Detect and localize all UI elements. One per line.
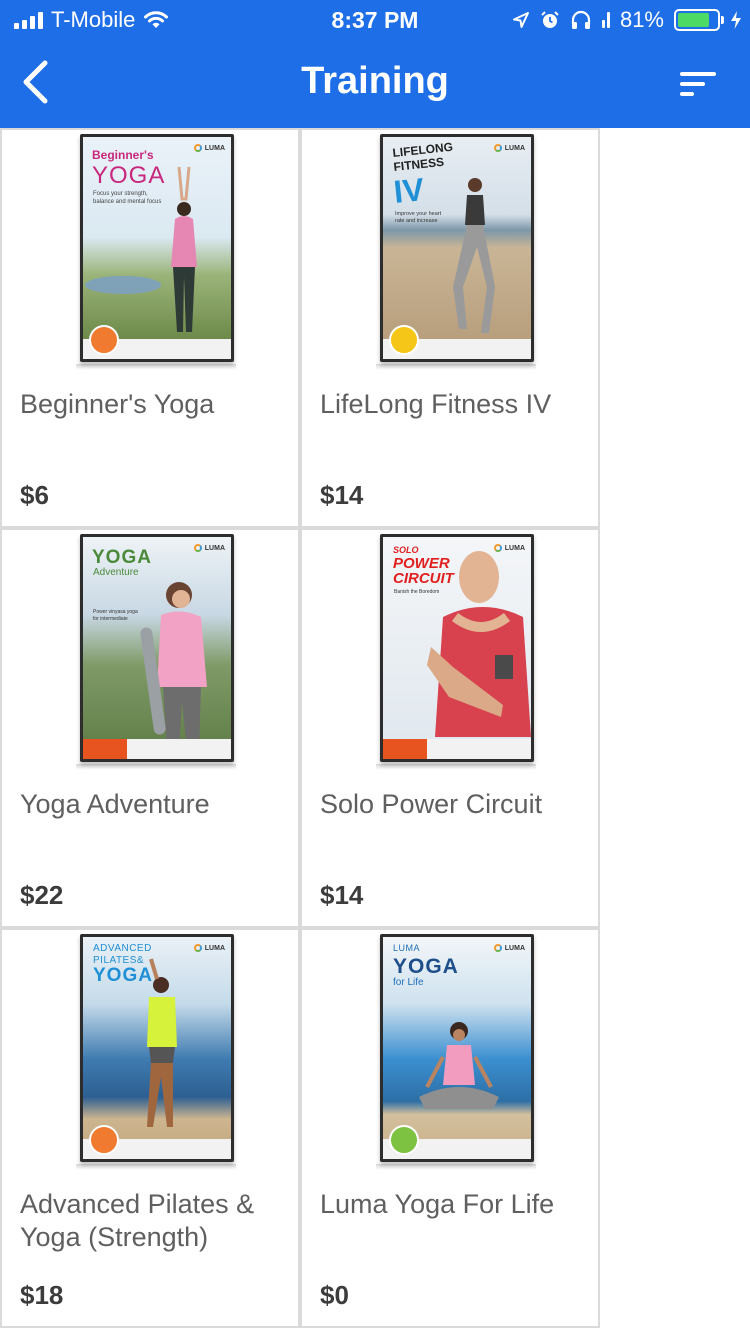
product-price: $14 — [320, 880, 364, 910]
svg-text:YOGA: YOGA — [92, 547, 152, 568]
svg-text:for Life: for Life — [393, 977, 424, 988]
product-image: LIFELONG FITNESS IV Improve your heart r… — [376, 134, 536, 370]
product-card-yoga-adventure[interactable]: YOGA Adventure Power vinyasa yoga for in… — [0, 528, 300, 928]
svg-text:SOLO: SOLO — [393, 545, 419, 555]
svg-text:CIRCUIT: CIRCUIT — [393, 570, 456, 587]
battery-level-fill — [678, 13, 709, 27]
svg-text:rate and increase: rate and increase — [395, 218, 438, 224]
product-price: $0 — [320, 1280, 349, 1310]
product-price: $18 — [20, 1280, 64, 1310]
status-left: T-Mobile — [14, 6, 169, 34]
product-price: $6 — [20, 480, 49, 510]
product-image: Beginner's YOGA Focus your strength, bal… — [76, 134, 236, 370]
back-button[interactable] — [10, 54, 60, 110]
svg-text:YOGA: YOGA — [393, 955, 459, 978]
sort-button[interactable] — [676, 64, 720, 104]
svg-text:LUMA: LUMA — [393, 943, 420, 953]
svg-text:Beginner's: Beginner's — [92, 148, 154, 162]
product-image: LUMA YOGA for Life LUMA — [376, 934, 536, 1170]
product-image: ADVANCED PILATES& YOGA LUMA — [76, 934, 236, 1170]
product-card-luma-yoga-for-life[interactable]: LUMA YOGA for Life LUMA Luma Yoga For Li… — [300, 928, 600, 1328]
status-right: 81% — [512, 6, 742, 34]
product-name: Advanced Pilates & Yoga (Strength) — [20, 1189, 255, 1252]
sort-lines-icon — [680, 72, 716, 96]
svg-text:Focus your strength,: Focus your strength, — [93, 191, 148, 197]
product-card-beginners-yoga[interactable]: Beginner's YOGA Focus your strength, bal… — [0, 128, 300, 528]
svg-text:Banish the Boredom: Banish the Boredom — [394, 589, 439, 595]
battery-icon — [674, 9, 724, 31]
headphones-icon — [571, 10, 591, 29]
alarm-clock-icon — [541, 11, 559, 28]
charging-bolt-icon — [731, 11, 741, 29]
product-name: Yoga Adventure — [20, 789, 210, 819]
product-name: LifeLong Fitness IV — [320, 389, 552, 419]
product-name: Solo Power Circuit — [320, 789, 543, 819]
product-card-lifelong-fitness-iv[interactable]: LIFELONG FITNESS IV Improve your heart r… — [300, 128, 600, 528]
svg-text:ADVANCED: ADVANCED — [93, 943, 152, 954]
wifi-icon — [144, 11, 169, 28]
carrier-name: T-Mobile — [51, 7, 136, 32]
product-image: YOGA Adventure Power vinyasa yoga for in… — [76, 534, 236, 770]
page-title: Training — [301, 60, 449, 102]
product-image: SOLO POWER CIRCUIT Banish the Boredom LU… — [376, 534, 536, 770]
svg-text:for intermediate: for intermediate — [93, 616, 128, 622]
navigation-bar: Training — [0, 40, 750, 128]
product-price: $14 — [320, 480, 364, 510]
headphone-battery-icon — [601, 12, 610, 28]
svg-text:Improve your heart: Improve your heart — [395, 211, 442, 217]
svg-text:Power vinyasa yoga: Power vinyasa yoga — [93, 609, 138, 615]
product-name: Luma Yoga For Life — [320, 1189, 555, 1219]
status-bar: T-Mobile 8:37 PM 81% — [0, 0, 750, 40]
signal-strength-icon — [14, 11, 43, 29]
svg-text:YOGA: YOGA — [93, 965, 153, 986]
location-arrow-icon — [512, 12, 529, 28]
svg-text:balance and mental focus: balance and mental focus — [93, 199, 161, 205]
chevron-left-icon — [23, 60, 48, 104]
svg-text:IV: IV — [392, 171, 426, 210]
product-price: $22 — [20, 880, 64, 910]
svg-text:YOGA: YOGA — [92, 162, 165, 189]
product-card-solo-power-circuit[interactable]: SOLO POWER CIRCUIT Banish the Boredom LU… — [300, 528, 600, 928]
svg-text:Adventure: Adventure — [93, 567, 139, 578]
battery-percent: 81% — [619, 7, 664, 32]
app-header: T-Mobile 8:37 PM 81% Training — [0, 0, 750, 128]
product-card-advanced-pilates-yoga[interactable]: ADVANCED PILATES& YOGA LUMA Advanced Pil… — [0, 928, 300, 1328]
product-name: Beginner's Yoga — [20, 389, 215, 419]
